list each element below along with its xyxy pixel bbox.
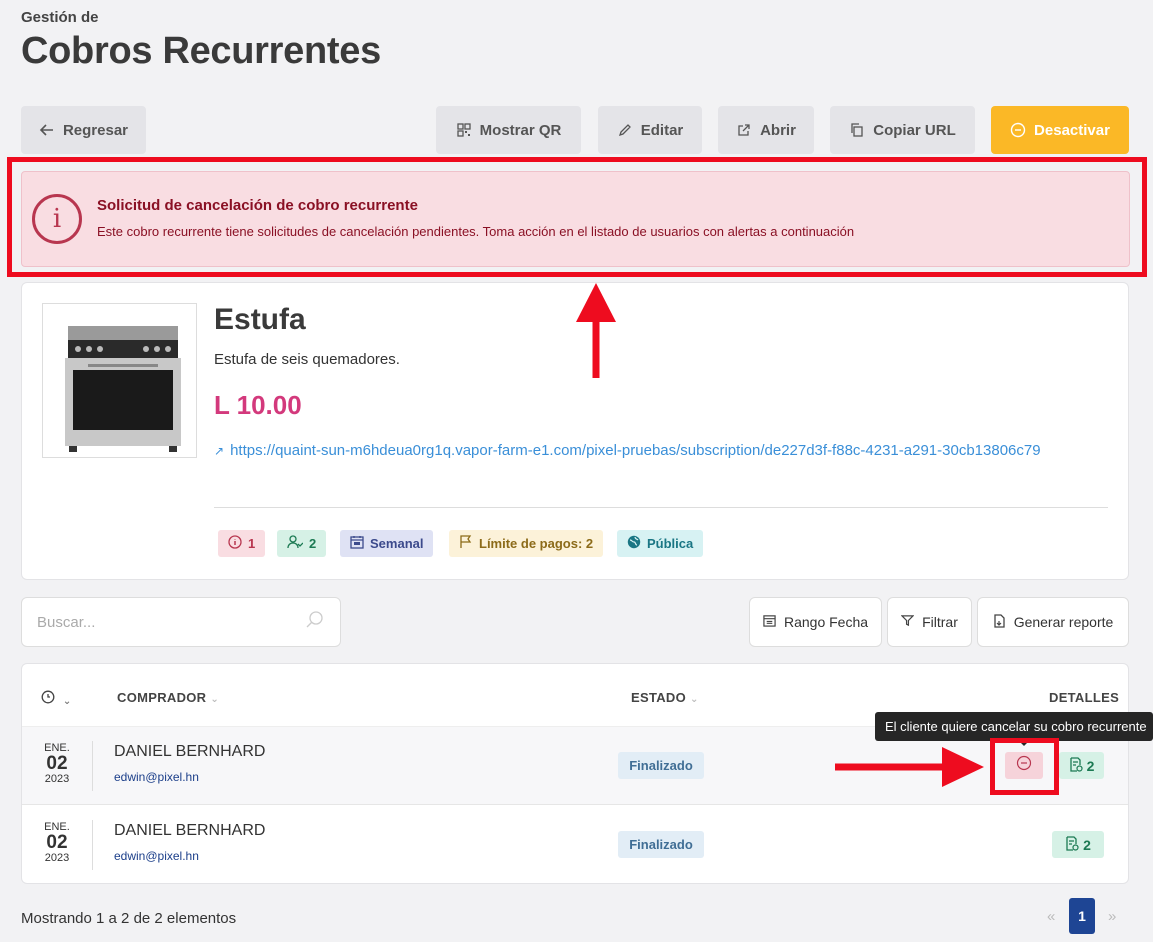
deactivate-label: Desactivar [1034, 121, 1110, 139]
buyer-header-label: COMPRADOR [117, 690, 207, 705]
page-subtitle: Gestión de [21, 9, 99, 26]
divider [214, 507, 1108, 508]
page-title: Cobros Recurrentes [21, 30, 381, 72]
details-count: 2 [1086, 757, 1095, 774]
date-day: 02 [46, 832, 68, 853]
buyer-column-header[interactable]: COMPRADOR ⌄ [117, 690, 219, 705]
payment-limit-label: Límite de pagos: 2 [479, 536, 594, 551]
search-input[interactable]: Buscar... [21, 597, 341, 647]
details-count: 2 [1083, 836, 1091, 853]
users-badge: 2 [277, 530, 327, 557]
flag-icon [459, 535, 473, 552]
edit-label: Editar [640, 121, 684, 139]
show-qr-button[interactable]: Mostrar QR [436, 106, 581, 154]
pagination-current-page[interactable]: 1 [1069, 898, 1095, 934]
show-qr-label: Mostrar QR [479, 121, 562, 139]
receipt-icon [1069, 756, 1083, 775]
product-description: Estufa de seis quemadores. [214, 351, 400, 368]
search-icon [305, 610, 325, 634]
qr-code-icon [456, 122, 472, 138]
buyer-name: DANIEL BERNHARD [114, 743, 266, 760]
annotation-highlight-box [7, 157, 1147, 277]
buyer-email[interactable]: edwin@pixel.hn [114, 770, 199, 784]
filter-label: Filtrar [922, 614, 958, 630]
frequency-label: Semanal [370, 536, 424, 551]
back-button-label: Regresar [62, 121, 129, 139]
details-button[interactable]: 2 [1052, 831, 1104, 858]
details-button[interactable]: 2 [1059, 752, 1104, 779]
status-badge: Finalizado [618, 831, 704, 858]
back-button[interactable]: Regresar [21, 106, 146, 154]
product-image [42, 303, 197, 458]
alerts-badge: 1 [218, 530, 266, 557]
visibility-badge: Pública [617, 530, 704, 557]
filter-button[interactable]: Filtrar [887, 597, 972, 647]
date-range-label: Rango Fecha [783, 614, 869, 630]
clock-icon [41, 690, 59, 707]
visibility-label: Pública [647, 536, 694, 551]
pencil-icon [617, 122, 633, 138]
date-year: 2023 [44, 852, 70, 864]
external-link-icon: ↗ [214, 444, 225, 458]
calendar-icon [763, 614, 776, 630]
subscription-link[interactable]: ↗ https://quaint-sun-m6hdeua0rg1q.vapor-f… [214, 439, 1094, 463]
copy-url-label: Copiar URL [873, 121, 956, 139]
pagination-summary: Mostrando 1 a 2 de 2 elementos [21, 910, 237, 927]
copy-url-button[interactable]: Copiar URL [830, 106, 975, 154]
calendar-icon [350, 535, 364, 552]
generate-report-label: Generar reporte [1013, 614, 1114, 630]
info-icon [228, 535, 242, 552]
annotation-arrow-up [576, 283, 616, 378]
arrow-left-icon [39, 122, 55, 138]
row-divider [92, 741, 93, 791]
product-name: Estufa [214, 303, 306, 336]
globe-icon [627, 535, 641, 552]
date-year: 2023 [44, 773, 70, 785]
status-badge: Finalizado [618, 752, 704, 779]
date-day: 02 [46, 753, 68, 774]
report-icon [993, 613, 1006, 631]
pagination-prev-button[interactable]: « [1047, 908, 1055, 925]
payment-limit-badge: Límite de pagos: 2 [449, 530, 604, 557]
cancel-request-tooltip: El cliente quiere cancelar su cobro recu… [875, 712, 1153, 741]
open-label: Abrir [760, 121, 796, 139]
copy-icon [849, 122, 865, 138]
users-count: 2 [309, 536, 317, 551]
sort-icon: ⌄ [210, 694, 220, 705]
filter-icon [900, 614, 915, 630]
external-link-icon [736, 122, 752, 138]
buyer-name: DANIEL BERNHARD [114, 822, 266, 839]
table-row-date: ENE. 02 2023 [40, 742, 74, 785]
status-column-header[interactable]: ESTADO ⌄ [631, 690, 699, 705]
edit-button[interactable]: Editar [598, 106, 702, 154]
details-column-header: DETALLES [1049, 690, 1119, 705]
date-range-button[interactable]: Rango Fecha [749, 597, 882, 647]
receipt-icon [1065, 835, 1079, 854]
date-sort-header[interactable]: ⌄ [41, 690, 72, 707]
row-divider [92, 820, 93, 870]
subscription-url[interactable]: https://quaint-sun-m6hdeua0rg1q.vapor-fa… [230, 442, 1041, 459]
search-placeholder: Buscar... [37, 613, 96, 631]
frequency-badge: Semanal [340, 530, 434, 557]
users-icon [287, 535, 304, 552]
annotation-arrow-right [835, 747, 984, 787]
sort-icon: ⌄ [690, 694, 699, 705]
details-header-label: DETALLES [1049, 690, 1120, 705]
table-row-divider [22, 804, 1128, 805]
open-button[interactable]: Abrir [718, 106, 814, 154]
alerts-count: 1 [248, 536, 256, 551]
pagination-next-button[interactable]: » [1108, 908, 1116, 925]
annotation-highlight-box [990, 738, 1059, 795]
buyer-email[interactable]: edwin@pixel.hn [114, 849, 199, 863]
chevron-down-icon: ⌄ [62, 696, 72, 707]
product-price: L 10.00 [214, 390, 302, 420]
status-header-label: ESTADO [631, 690, 687, 705]
table-row-date: ENE. 02 2023 [40, 821, 74, 864]
deactivate-button[interactable]: Desactivar [991, 106, 1129, 154]
minus-circle-icon [1010, 122, 1026, 138]
generate-report-button[interactable]: Generar reporte [977, 597, 1129, 647]
